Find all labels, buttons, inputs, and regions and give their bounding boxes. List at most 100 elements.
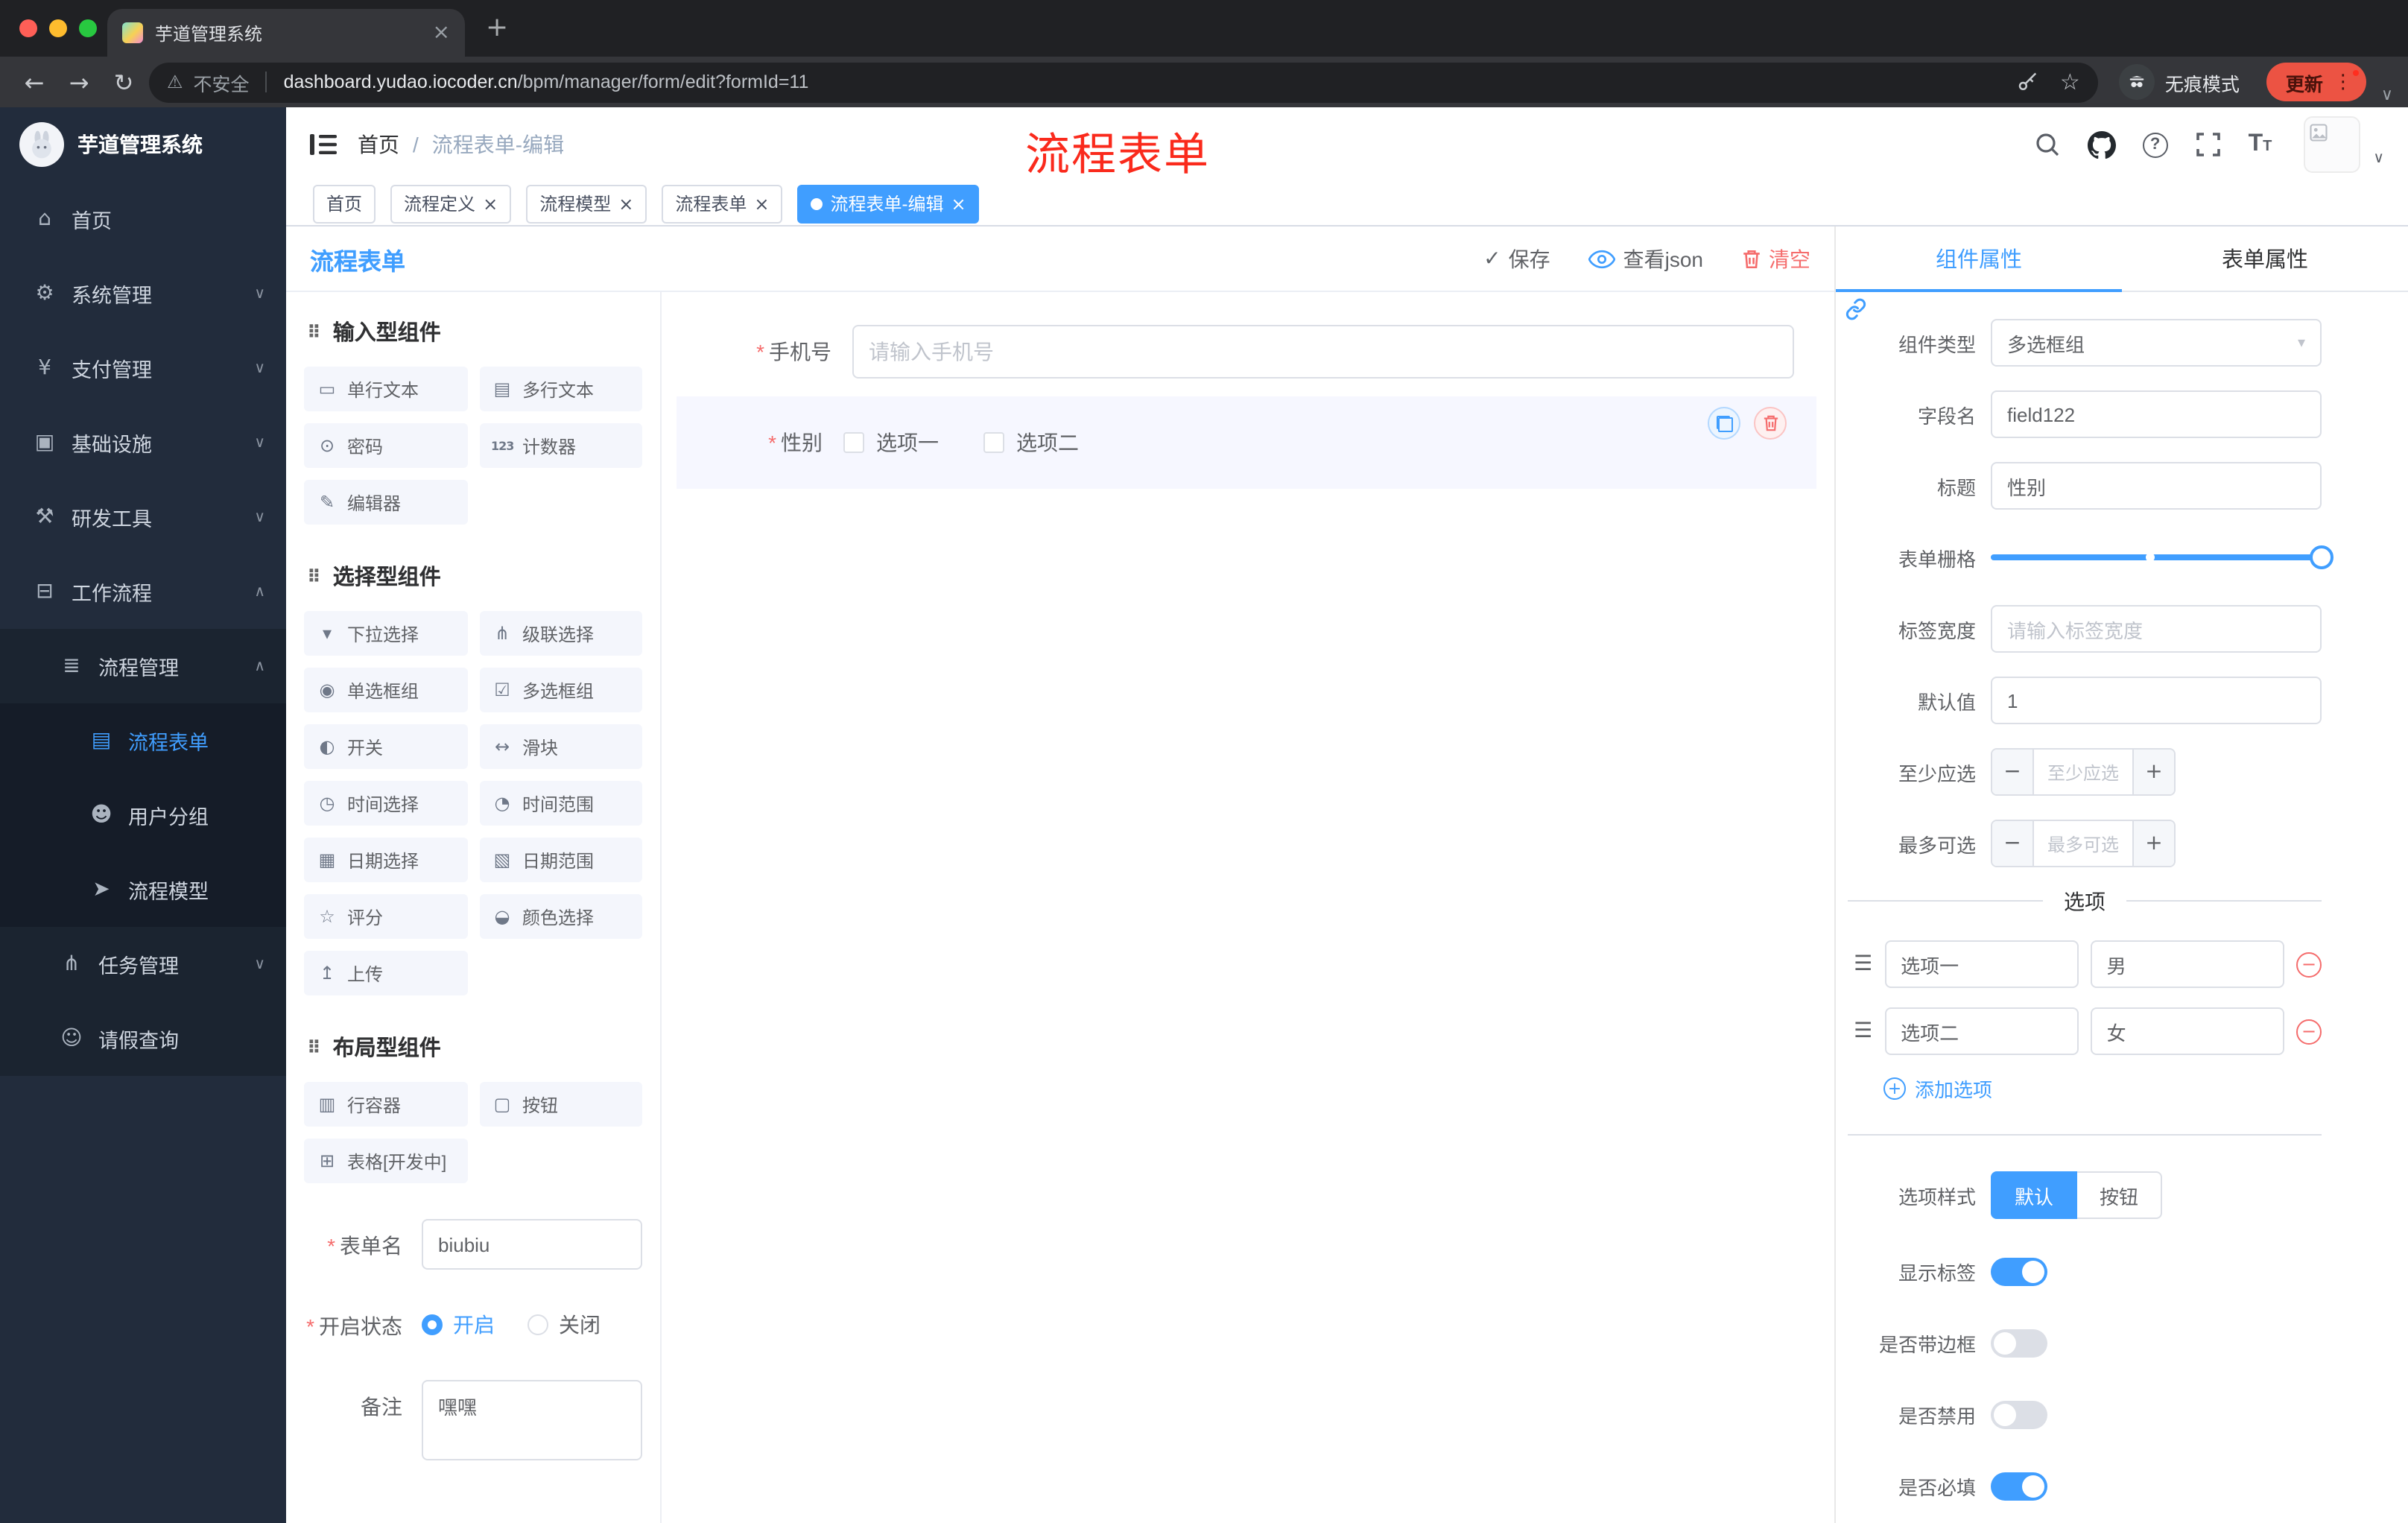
close-tab-icon[interactable]: × [483,194,498,212]
title-input[interactable]: 性别 [1991,462,2322,510]
address-bar[interactable]: ⚠ 不安全 dashboard.yudao.iocoder.cn/bpm/man… [149,62,2098,102]
minimize-window-button[interactable] [49,19,67,37]
sidebar-item-workflow[interactable]: ⊟ 工作流程 ∧ [0,554,286,629]
selected-component-gender[interactable]: 性别 选项一 选项二 [677,396,1816,489]
app-logo[interactable]: 芋道管理系统 [0,107,286,182]
drag-handle-icon[interactable]: ☰ [1854,952,1872,976]
max-select-stepper[interactable]: − 最多可选 + [1991,820,2176,867]
gender-option-1-checkbox[interactable]: 选项一 [843,428,939,457]
add-option-button[interactable]: + 添加选项 [1883,1074,2322,1103]
form-grid-slider[interactable] [1991,533,2333,581]
palette-component[interactable]: ◐ 开关 [304,724,467,769]
toggle-switch[interactable] [1991,1258,2047,1286]
remove-option-icon[interactable]: − [2296,1019,2322,1044]
field-name-input[interactable]: field122 [1991,390,2322,438]
browser-tab[interactable]: 芋道管理系统 × [107,9,465,57]
sidebar-item-payment[interactable]: ¥ 支付管理 ∨ [0,331,286,405]
new-tab-button[interactable]: + [486,14,508,42]
toggle-switch[interactable] [1991,1329,2047,1358]
palette-component[interactable]: ↥ 上传 [304,951,467,995]
palette-component[interactable]: ▧ 日期范围 [479,838,642,882]
toggle-switch[interactable] [1991,1472,2047,1501]
tab-component-props[interactable]: 组件属性 [1836,227,2122,292]
palette-component[interactable]: ✎ 编辑器 [304,480,467,525]
option-value-input[interactable]: 男 [2090,940,2284,988]
sidebar-item-devtools[interactable]: ⚒ 研发工具 ∨ [0,480,286,554]
slider-handle[interactable] [2310,545,2333,569]
chevron-down-icon[interactable]: ∨ [2373,151,2384,173]
close-tab-icon[interactable]: × [754,194,769,212]
page-tab[interactable]: 首页 × [313,184,376,223]
palette-component[interactable]: ▤ 多行文本 [479,367,642,411]
forward-button[interactable]: → [60,63,98,101]
style-button-button[interactable]: 按钮 [2077,1171,2163,1219]
browser-menu-icon[interactable]: ⋮ [2333,68,2360,92]
palette-component[interactable]: ↔ 滑块 [479,724,642,769]
palette-component[interactable]: ◔ 时间范围 [479,781,642,826]
breadcrumb-home[interactable]: 首页 [358,130,399,159]
maximize-window-button[interactable] [79,19,97,37]
option-label-input[interactable]: 选项一 [1884,940,2079,988]
sidebar-item-user-group[interactable]: ☻ 用户分组 [0,778,286,852]
browser-update-button[interactable]: 更新 ⋮ [2266,63,2366,101]
palette-component[interactable]: ▢ 按钮 [479,1082,642,1127]
sidebar-item-infrastructure[interactable]: ▣ 基础设施 ∨ [0,405,286,480]
page-tab[interactable]: 流程表单-编辑 × [797,184,980,223]
component-type-select[interactable]: 多选框组 ▾ [1991,319,2322,367]
palette-component[interactable]: ◒ 颜色选择 [479,894,642,939]
label-width-input[interactable]: 请输入标签宽度 [1991,605,2322,653]
increase-button[interactable]: + [2132,750,2174,794]
min-select-stepper[interactable]: − 至少应选 + [1991,748,2176,796]
avatar[interactable] [2303,116,2360,173]
status-on-radio[interactable]: 开启 [422,1310,495,1340]
decrease-button[interactable]: − [1992,750,2034,794]
help-icon[interactable]: ? [2142,132,2168,157]
decrease-button[interactable]: − [1992,821,2034,866]
default-value-input[interactable]: 1 [1991,677,2322,724]
close-tab-icon[interactable]: × [433,22,450,43]
stepper-value[interactable]: 最多可选 [2034,821,2132,866]
close-tab-icon[interactable]: × [951,194,966,212]
sidebar-item-task-management[interactable]: ⋔ 任务管理 ∨ [0,927,286,1001]
close-tab-icon[interactable]: × [618,194,633,212]
phone-input[interactable]: 请输入手机号 [852,325,1794,379]
page-tab[interactable]: 流程定义 × [390,184,512,223]
gender-option-2-checkbox[interactable]: 选项二 [983,428,1079,457]
status-off-radio[interactable]: 关闭 [527,1310,601,1340]
view-json-button[interactable]: 查看json [1588,244,1703,273]
close-window-button[interactable] [19,19,37,37]
tab-form-props[interactable]: 表单属性 [2122,227,2408,291]
palette-component[interactable]: ▾ 下拉选择 [304,611,467,656]
form-name-input[interactable]: biubiu [422,1219,642,1270]
palette-component[interactable]: ▭ 单行文本 [304,367,467,411]
sidebar-item-process-form[interactable]: ▤ 流程表单 [0,703,286,778]
delete-component-button[interactable] [1754,407,1787,440]
remark-textarea[interactable]: 嘿嘿 [422,1380,642,1460]
toggle-switch[interactable] [1991,1401,2047,1429]
palette-component[interactable]: ◷ 时间选择 [304,781,467,826]
phone-field-row[interactable]: 手机号 请输入手机号 [677,325,1816,379]
palette-component[interactable]: ⋔ 级联选择 [479,611,642,656]
palette-component[interactable]: 123 计数器 [479,423,642,468]
option-value-input[interactable]: 女 [2090,1007,2284,1055]
palette-component[interactable]: ▦ 日期选择 [304,838,467,882]
palette-component[interactable]: ◉ 单选框组 [304,668,467,712]
palette-component[interactable]: ☆ 评分 [304,894,467,939]
page-tab[interactable]: 流程表单 × [662,184,783,223]
page-tab[interactable]: 流程模型 × [526,184,647,223]
copy-component-button[interactable] [1708,407,1740,440]
slider-track[interactable] [1991,545,2333,569]
sidebar-item-system[interactable]: ⚙ 系统管理 ∨ [0,256,286,331]
palette-component[interactable]: ☑ 多选框组 [479,668,642,712]
sidebar-fold-icon[interactable] [310,133,337,156]
github-icon[interactable] [2088,130,2117,159]
link-icon[interactable] [1845,298,1867,328]
drag-handle-icon[interactable]: ☰ [1854,1019,1872,1043]
increase-button[interactable]: + [2132,821,2174,866]
clear-button[interactable]: 清空 [1742,244,1810,273]
password-key-icon[interactable] [2012,67,2042,97]
reload-button[interactable]: ↻ [104,63,143,101]
palette-component[interactable]: ▥ 行容器 [304,1082,467,1127]
palette-component[interactable]: ⊙ 密码 [304,423,467,468]
back-button[interactable]: ← [15,63,54,101]
